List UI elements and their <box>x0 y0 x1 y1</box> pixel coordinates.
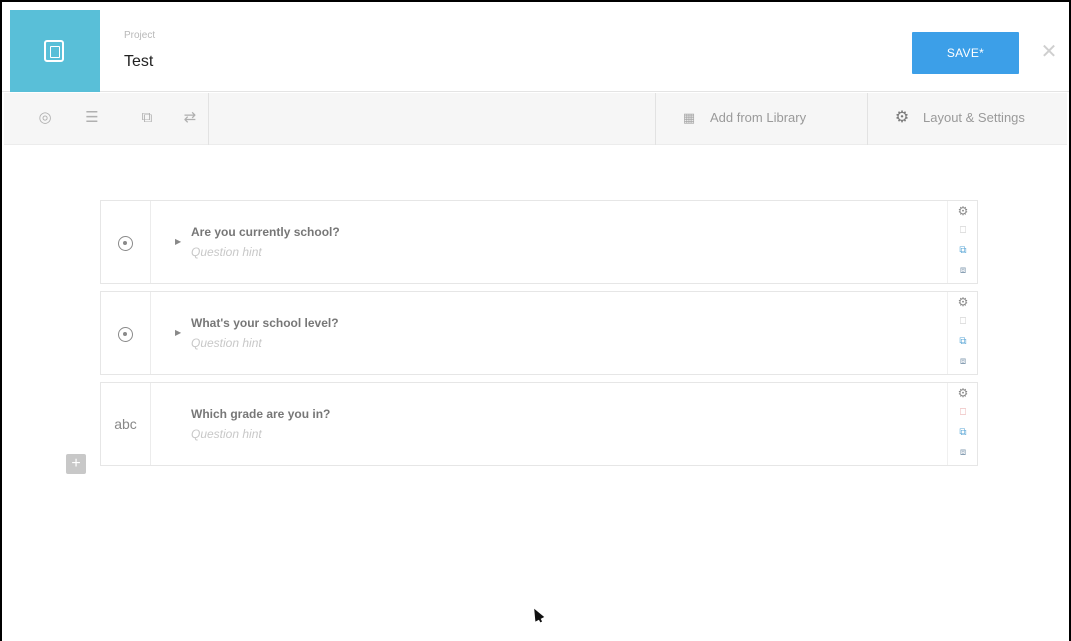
save-button[interactable]: SAVE* <box>912 32 1019 74</box>
question-row[interactable]: abc Which grade are you in? Question hin… <box>100 382 978 466</box>
question-settings-icon[interactable]: ⚙ <box>954 385 972 401</box>
question-row[interactable]: ▶ What's your school level? Question hin… <box>100 291 978 375</box>
project-name-input[interactable]: Test <box>124 53 153 71</box>
form-logo-icon <box>44 40 64 62</box>
question-type-select-one <box>101 292 151 374</box>
radio-type-icon <box>118 235 133 251</box>
app-frame: Project Test SAVE* ✕ ◎ ☰ ⧉ ⇄ ▦ Add from L… <box>0 0 1071 641</box>
delete-icon[interactable]: ⎕ <box>954 223 972 239</box>
delete-icon[interactable]: ⎕ <box>954 405 972 421</box>
question-row[interactable]: ▶ Are you currently school? Question hin… <box>100 200 978 284</box>
question-type-select-one <box>101 201 151 283</box>
duplicate-icon[interactable]: ⧉ <box>954 334 972 350</box>
question-label[interactable]: Are you currently school? <box>191 225 340 239</box>
app-logo[interactable] <box>10 10 100 92</box>
question-hint[interactable]: Question hint <box>191 245 262 259</box>
layout-settings-button[interactable]: ⚙ Layout & Settings <box>893 107 1025 129</box>
add-to-library-icon[interactable]: ⧈ <box>954 445 972 461</box>
close-icon[interactable]: ✕ <box>1039 40 1059 64</box>
add-to-library-icon[interactable]: ⧈ <box>954 354 972 370</box>
library-icon: ▦ <box>682 110 696 125</box>
question-hint[interactable]: Question hint <box>191 336 262 350</box>
group-icon[interactable]: ⧉ <box>136 107 158 129</box>
add-to-library-icon[interactable]: ⧈ <box>954 263 972 279</box>
add-from-library-button[interactable]: ▦ Add from Library <box>680 107 806 129</box>
question-actions: ⚙ ⎕ ⧉ ⧈ <box>947 201 977 283</box>
skip-logic-icon[interactable]: ⇄ <box>179 107 201 129</box>
toolbar-divider <box>867 93 868 145</box>
expand-caret-icon[interactable]: ▶ <box>175 237 181 246</box>
question-type-text: abc <box>101 383 151 465</box>
toolbar-divider <box>208 93 209 145</box>
question-label[interactable]: What's your school level? <box>191 316 339 330</box>
duplicate-icon[interactable]: ⧉ <box>954 425 972 441</box>
toolbar-divider <box>655 93 656 145</box>
question-settings-icon[interactable]: ⚙ <box>954 203 972 219</box>
layout-settings-label: Layout & Settings <box>923 110 1025 125</box>
delete-icon[interactable]: ⎕ <box>954 314 972 330</box>
toolbar: ◎ ☰ ⧉ ⇄ ▦ Add from Library ⚙ Layout & Sett… <box>4 93 1067 145</box>
question-settings-icon[interactable]: ⚙ <box>954 294 972 310</box>
gear-icon: ⚙ <box>894 109 910 126</box>
mouse-cursor-icon <box>529 606 545 622</box>
question-label[interactable]: Which grade are you in? <box>191 407 330 421</box>
list-view-icon[interactable]: ☰ <box>81 107 103 129</box>
question-hint[interactable]: Question hint <box>191 427 262 441</box>
duplicate-icon[interactable]: ⧉ <box>954 243 972 259</box>
add-from-library-label: Add from Library <box>710 110 807 125</box>
radio-type-icon <box>118 326 133 342</box>
preview-icon[interactable]: ◎ <box>34 107 56 129</box>
expand-caret-icon[interactable]: ▶ <box>175 328 181 337</box>
project-label: Project <box>124 30 156 41</box>
header: Project Test SAVE* ✕ <box>2 2 1069 92</box>
question-actions: ⚙ ⎕ ⧉ ⧈ <box>947 383 977 465</box>
question-actions: ⚙ ⎕ ⧉ ⧈ <box>947 292 977 374</box>
add-question-button[interactable]: + <box>66 454 86 474</box>
